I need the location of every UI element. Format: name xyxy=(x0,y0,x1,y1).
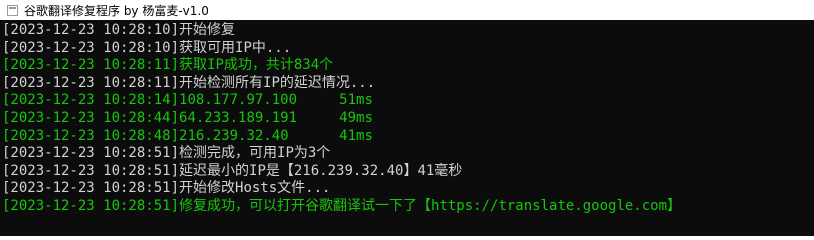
log-message: 开始检测所有IP的延迟情况... xyxy=(179,74,376,91)
console-line: [2023-12-23 10:28:48]216.239.32.40 41ms xyxy=(2,128,814,146)
log-message: 修复成功，可以打开谷歌翻译试一下了【https://translate.goog… xyxy=(179,197,682,214)
log-message: 开始修改Hosts文件... xyxy=(179,180,331,197)
console-window-icon xyxy=(7,4,18,16)
console-line: [2023-12-23 10:28:51]延迟最小的IP是【216.239.32… xyxy=(2,163,814,181)
log-timestamp: [2023-12-23 10:28:51] xyxy=(2,162,180,179)
console-line: [2023-12-23 10:28:10]开始修复 xyxy=(2,22,814,40)
console-line: [2023-12-23 10:28:51]开始修改Hosts文件... xyxy=(2,180,814,198)
log-timestamp: [2023-12-23 10:28:11] xyxy=(2,74,180,91)
log-timestamp: [2023-12-23 10:28:44] xyxy=(2,109,180,126)
log-message: 获取IP成功，共计834个 xyxy=(179,57,334,74)
console-window: 谷歌翻译修复程序 by 杨富麦-v1.0 [2023-12-23 10:28:1… xyxy=(0,0,814,236)
log-message: 64.233.189.191 49ms xyxy=(179,109,373,126)
console-line: [2023-12-23 10:28:44]64.233.189.191 49ms xyxy=(2,110,814,128)
log-message: 获取可用IP中... xyxy=(179,39,292,56)
log-message: 延迟最小的IP是【216.239.32.40】41毫秒 xyxy=(179,162,463,179)
log-timestamp: [2023-12-23 10:28:48] xyxy=(2,127,180,144)
window-title: 谷歌翻译修复程序 by 杨富麦-v1.0 xyxy=(24,3,209,18)
log-timestamp: [2023-12-23 10:28:14] xyxy=(2,92,180,109)
console-line: [2023-12-23 10:28:51]修复成功，可以打开谷歌翻译试一下了【h… xyxy=(2,198,814,216)
log-message: 检测完成，可用IP为3个 xyxy=(179,145,331,162)
console-line: [2023-12-23 10:28:11]开始检测所有IP的延迟情况... xyxy=(2,75,814,93)
log-message: 108.177.97.100 51ms xyxy=(179,92,373,109)
title-bar[interactable]: 谷歌翻译修复程序 by 杨富麦-v1.0 xyxy=(0,0,814,20)
console-line: [2023-12-23 10:28:11]获取IP成功，共计834个 xyxy=(2,57,814,75)
log-timestamp: [2023-12-23 10:28:51] xyxy=(2,197,180,214)
log-timestamp: [2023-12-23 10:28:10] xyxy=(2,22,180,38)
log-timestamp: [2023-12-23 10:28:10] xyxy=(2,39,180,56)
log-timestamp: [2023-12-23 10:28:11] xyxy=(2,57,180,74)
console-line: [2023-12-23 10:28:14]108.177.97.100 51ms xyxy=(2,92,814,110)
console-output[interactable]: [2023-12-23 10:28:10]开始修复 [2023-12-23 10… xyxy=(0,22,814,236)
log-timestamp: [2023-12-23 10:28:51] xyxy=(2,180,180,197)
log-message: 开始修复 xyxy=(179,22,236,38)
console-line: [2023-12-23 10:28:10]获取可用IP中... xyxy=(2,40,814,58)
log-timestamp: [2023-12-23 10:28:51] xyxy=(2,145,180,162)
log-message: 216.239.32.40 41ms xyxy=(179,127,373,144)
console-line: [2023-12-23 10:28:51]检测完成，可用IP为3个 xyxy=(2,145,814,163)
